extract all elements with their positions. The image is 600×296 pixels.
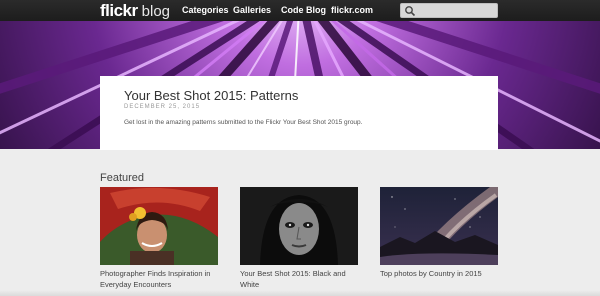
post-date: DECEMBER 25, 2015 <box>124 104 201 110</box>
flickr-blog-logo[interactable]: flickr blog <box>100 1 170 20</box>
featured-heading: Featured <box>100 172 145 184</box>
card-image-milky-way[interactable] <box>380 187 498 265</box>
post-title[interactable]: Your Best Shot 2015: Patterns <box>124 88 298 103</box>
featured-card-3[interactable]: Top photos by Country in 2015 <box>380 187 498 279</box>
card-image-bw-portrait[interactable] <box>240 187 358 265</box>
card-image-portrait[interactable] <box>100 187 218 265</box>
nav-categories[interactable]: Categories <box>182 5 229 15</box>
search-input[interactable] <box>417 4 497 17</box>
nav-galleries[interactable]: Galleries <box>233 5 271 15</box>
featured-post-card[interactable]: Your Best Shot 2015: Patterns DECEMBER 2… <box>100 76 498 150</box>
top-navigation-bar: flickr blog Categories Galleries Code Bl… <box>0 0 600 21</box>
card-caption[interactable]: Your Best Shot 2015: Black and White <box>240 268 358 290</box>
search-box[interactable] <box>400 3 498 18</box>
featured-card-2[interactable]: Your Best Shot 2015: Black and White <box>240 187 358 290</box>
card-caption[interactable]: Top photos by Country in 2015 <box>380 268 498 279</box>
nav-flickr-com[interactable]: flickr.com <box>331 5 373 15</box>
post-summary: Get lost in the amazing patterns submitt… <box>124 119 363 126</box>
logo-flickr-text: flickr <box>100 1 138 20</box>
page-bottom-fade <box>0 290 600 296</box>
card-caption[interactable]: Photographer Finds Inspiration in Everyd… <box>100 268 218 290</box>
search-icon[interactable] <box>404 5 416 17</box>
nav-code-blog[interactable]: Code Blog <box>281 5 326 15</box>
featured-card-1[interactable]: Photographer Finds Inspiration in Everyd… <box>100 187 218 290</box>
logo-blog-text: blog <box>141 3 170 20</box>
